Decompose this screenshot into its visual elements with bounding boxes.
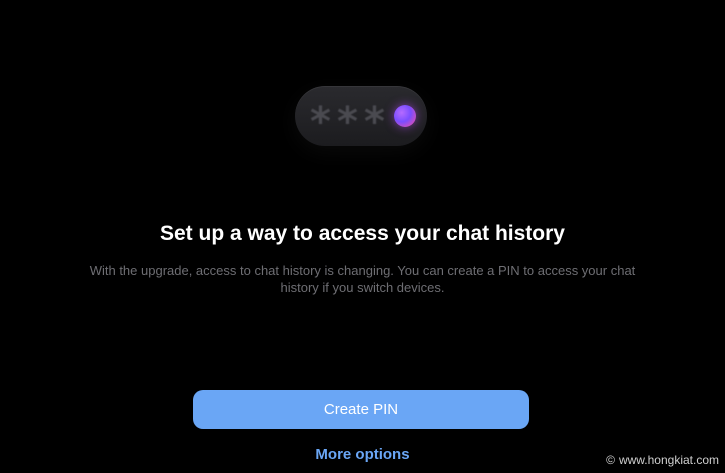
create-pin-button[interactable]: Create PIN [193, 390, 529, 429]
copyright-icon: © [606, 453, 615, 467]
pin-asterisk-icon: * [364, 99, 385, 145]
pin-asterisk-icon: * [337, 99, 358, 145]
page-title: Set up a way to access your chat history [160, 222, 565, 245]
page-description: With the upgrade, access to chat history… [89, 263, 636, 295]
pin-cursor-dot-icon [394, 105, 416, 127]
pin-asterisk-icon: * [310, 99, 331, 145]
pin-setup-screen: * * * Set up a way to access your chat h… [0, 0, 725, 473]
watermark-text: www.hongkiat.com [618, 453, 719, 467]
watermark: © www.hongkiat.com [606, 453, 719, 467]
pin-illustration: * * * [295, 86, 427, 146]
